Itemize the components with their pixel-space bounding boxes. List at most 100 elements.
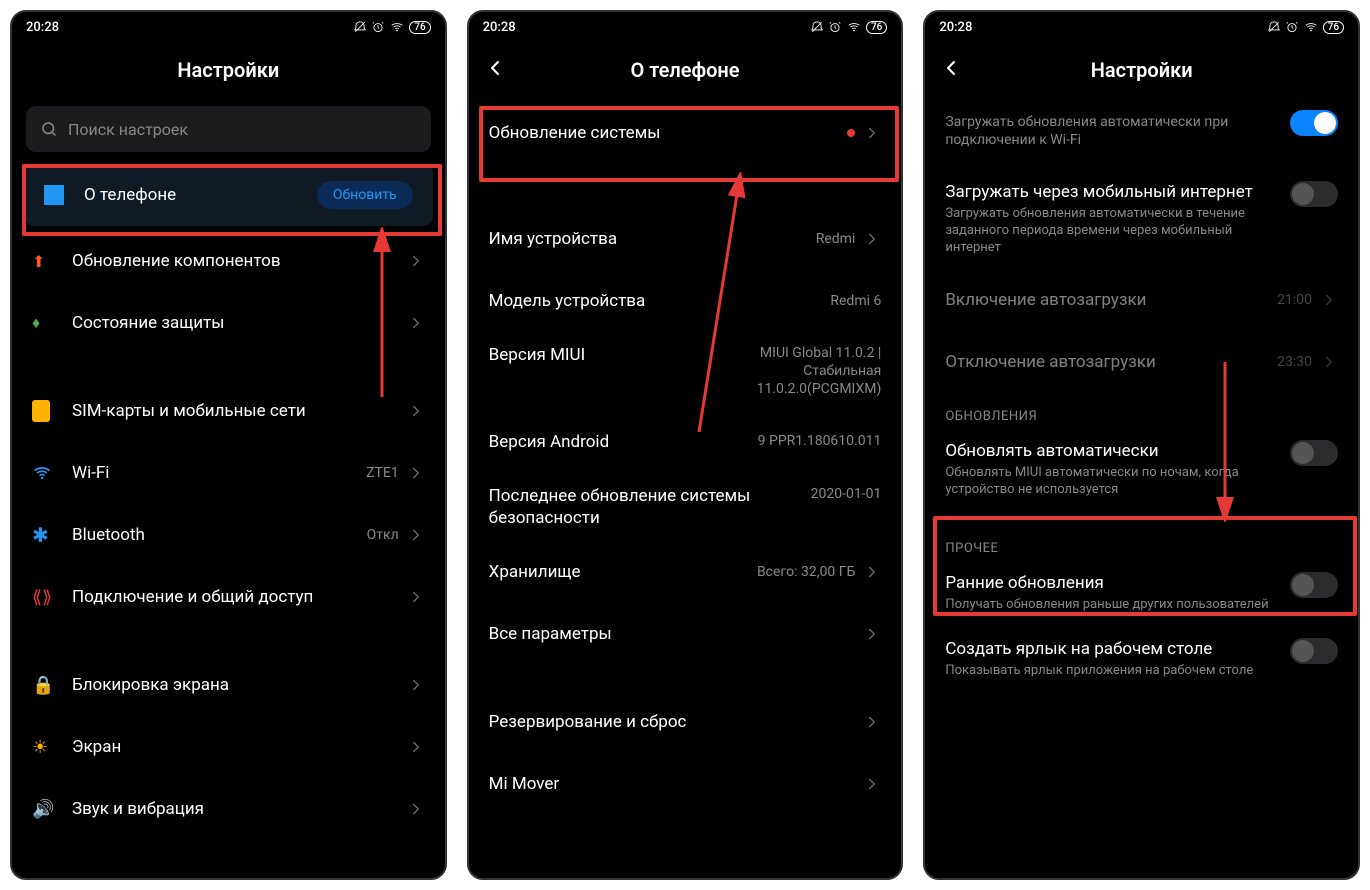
android-version-row[interactable]: Версия Android 9 PPR1.180610.011	[469, 411, 902, 473]
update-indicator-dot	[847, 129, 855, 137]
page-title: Настройки	[1091, 58, 1193, 82]
android-version-value: 9 PPR1.180610.011	[758, 432, 882, 450]
storage-row[interactable]: Хранилище Всего: 32,00 ГБ	[469, 541, 902, 603]
download-start-label: Включение автозагрузки	[945, 289, 1277, 311]
device-name-value: Redmi	[816, 230, 856, 248]
miui-version-value: MIUI Global 11.0.2 | Стабильная 11.0.2.0…	[711, 344, 881, 399]
sim-cards-row[interactable]: SIM-карты и мобильные сети	[12, 380, 445, 442]
auto-update-label: Обновлять автоматически	[945, 440, 1290, 462]
status-icons: 76	[353, 20, 430, 34]
all-specs-label: Все параметры	[489, 623, 856, 645]
status-time: 20:28	[483, 20, 516, 35]
android-version-label: Версия Android	[489, 431, 758, 453]
bluetooth-value: Откл	[367, 526, 399, 544]
settings-main-screen: 20:28 76 Настройки Поиск настроек О теле…	[10, 10, 447, 880]
back-button[interactable]	[939, 56, 963, 84]
all-specs-row[interactable]: Все параметры	[469, 603, 902, 665]
security-status-row[interactable]: ♦ Состояние защиты	[12, 292, 445, 354]
update-settings-screen: 20:28 76 Настройки Загружать обновления …	[923, 10, 1360, 880]
storage-value: Всего: 32,00 ГБ	[757, 563, 855, 581]
wifi-download-label: Загружать обновления автоматически при п…	[945, 113, 1290, 149]
wifi-download-toggle[interactable]	[1290, 110, 1338, 136]
security-status-label: Состояние защиты	[72, 312, 399, 334]
back-button[interactable]	[483, 56, 507, 84]
miui-version-row[interactable]: Версия MIUI MIUI Global 11.0.2 | Стабиль…	[469, 332, 902, 411]
shortcut-toggle[interactable]	[1290, 638, 1338, 664]
download-start-row[interactable]: Включение автозагрузки 21:00	[925, 269, 1358, 331]
alarm-icon	[828, 20, 842, 34]
battery-badge: 76	[1323, 21, 1344, 34]
system-update-row[interactable]: Обновление системы	[469, 98, 902, 168]
download-end-row[interactable]: Отключение автозагрузки 23:30	[925, 331, 1358, 393]
header: Настройки	[12, 42, 445, 98]
about-phone-label: О телефоне	[84, 184, 317, 206]
wifi-icon	[32, 463, 52, 483]
header: Настройки	[925, 42, 1358, 98]
display-label: Экран	[72, 736, 399, 758]
wifi-icon	[1303, 20, 1319, 34]
search-input[interactable]: Поиск настроек	[26, 106, 431, 152]
mobile-download-row[interactable]: Загружать через мобильный интернет Загру…	[925, 161, 1358, 269]
early-updates-toggle[interactable]	[1290, 572, 1338, 598]
security-patch-value: 2020-01-01	[811, 485, 882, 503]
bluetooth-row[interactable]: ✱ Bluetooth Откл	[12, 504, 445, 566]
chevron-right-icon	[407, 800, 425, 818]
chevron-right-icon	[863, 230, 881, 248]
chevron-right-icon	[407, 676, 425, 694]
chevron-right-icon	[863, 713, 881, 731]
dnd-icon	[353, 20, 367, 34]
shortcut-row[interactable]: Создать ярлык на рабочем столе Показыват…	[925, 626, 1358, 692]
connection-sharing-row[interactable]: ⟪⟫ Подключение и общий доступ	[12, 566, 445, 628]
early-updates-label: Ранние обновления	[945, 572, 1290, 594]
wifi-label: Wi-Fi	[72, 462, 366, 484]
brightness-icon: ☀	[32, 737, 48, 758]
mi-mover-label: Mi Mover	[489, 773, 856, 795]
alarm-icon	[1285, 20, 1299, 34]
auto-update-row[interactable]: Обновлять автоматически Обновлять MIUI а…	[925, 428, 1358, 511]
status-bar: 20:28 76	[469, 12, 902, 42]
sound-icon: 🔊	[32, 799, 54, 820]
chevron-right-icon	[407, 526, 425, 544]
storage-label: Хранилище	[489, 561, 757, 583]
about-phone-row[interactable]: О телефоне Обновить	[24, 164, 433, 226]
backup-reset-row[interactable]: Резервирование и сброс	[469, 691, 902, 753]
battery-badge: 76	[409, 21, 430, 34]
security-patch-label: Последнее обновление системы безопасност…	[489, 485, 811, 529]
early-updates-row[interactable]: Ранние обновления Получать обновления ра…	[925, 560, 1358, 626]
connection-sharing-label: Подключение и общий доступ	[72, 586, 399, 608]
lock-icon: 🔒	[32, 675, 54, 696]
auto-update-toggle[interactable]	[1290, 440, 1338, 466]
bluetooth-label: Bluetooth	[72, 524, 367, 546]
display-row[interactable]: ☀ Экран	[12, 716, 445, 778]
search-placeholder: Поиск настроек	[68, 120, 188, 139]
update-badge[interactable]: Обновить	[317, 181, 413, 209]
lock-screen-label: Блокировка экрана	[72, 674, 399, 696]
mi-mover-row[interactable]: Mi Mover	[469, 753, 902, 815]
mobile-download-toggle[interactable]	[1290, 181, 1338, 207]
sound-row[interactable]: 🔊 Звук и вибрация	[12, 778, 445, 840]
page-title: О телефоне	[630, 58, 739, 82]
shield-icon: ♦	[32, 313, 40, 333]
settings-list: О телефоне Обновить ⬆ Обновление компоне…	[12, 164, 445, 850]
chevron-right-icon	[407, 588, 425, 606]
alarm-icon	[371, 20, 385, 34]
wifi-download-row[interactable]: Загружать обновления автоматически при п…	[925, 98, 1358, 161]
mobile-download-sub: Загружать обновления автоматически в теч…	[945, 206, 1290, 257]
status-icons: 76	[810, 20, 887, 34]
component-updates-row[interactable]: ⬆ Обновление компонентов	[12, 230, 445, 292]
miui-version-label: Версия MIUI	[489, 344, 712, 366]
lock-screen-row[interactable]: 🔒 Блокировка экрана	[12, 654, 445, 716]
status-time: 20:28	[26, 20, 59, 35]
chevron-right-icon	[863, 563, 881, 581]
security-patch-row[interactable]: Последнее обновление системы безопасност…	[469, 473, 902, 541]
device-name-row[interactable]: Имя устройства Redmi	[469, 208, 902, 270]
device-model-value: Redmi 6	[830, 292, 881, 310]
sim-icon	[32, 400, 50, 422]
search-icon	[40, 120, 58, 138]
wifi-row[interactable]: Wi-Fi ZTE1	[12, 442, 445, 504]
device-model-row[interactable]: Модель устройства Redmi 6	[469, 270, 902, 332]
bluetooth-icon: ✱	[32, 523, 49, 547]
device-name-label: Имя устройства	[489, 228, 816, 250]
early-updates-sub: Получать обновления раньше других пользо…	[945, 597, 1290, 614]
section-other: ПРОЧЕЕ	[925, 511, 1358, 560]
